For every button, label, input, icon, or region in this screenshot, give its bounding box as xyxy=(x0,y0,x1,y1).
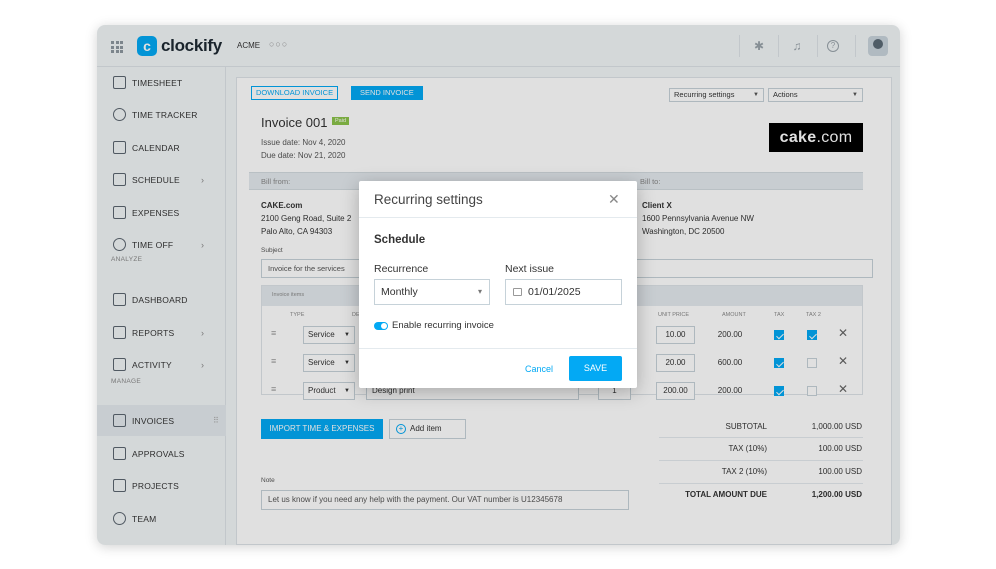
close-icon[interactable]: ✕ xyxy=(608,191,620,208)
calendar-icon xyxy=(513,288,522,296)
enable-recurring-toggle[interactable] xyxy=(374,322,388,330)
select-value: Monthly xyxy=(381,286,418,298)
save-button[interactable]: SAVE xyxy=(569,356,622,381)
schedule-heading: Schedule xyxy=(374,234,426,246)
modal-title: Recurring settings xyxy=(374,192,483,207)
recurrence-label: Recurrence xyxy=(374,263,429,275)
caret-down-icon: ▾ xyxy=(477,287,482,296)
date-value: 01/01/2025 xyxy=(528,286,581,298)
next-issue-label: Next issue xyxy=(505,263,555,275)
cancel-button[interactable]: Cancel xyxy=(525,364,553,374)
recurring-settings-modal: Recurring settings ✕ Schedule Recurrence… xyxy=(359,181,637,388)
recurrence-select[interactable]: Monthly ▾ xyxy=(374,279,490,305)
divider xyxy=(359,217,637,218)
toggle-label: Enable recurring invoice xyxy=(392,320,494,331)
divider xyxy=(359,348,637,349)
next-issue-date-input[interactable]: 01/01/2025 xyxy=(505,279,622,305)
